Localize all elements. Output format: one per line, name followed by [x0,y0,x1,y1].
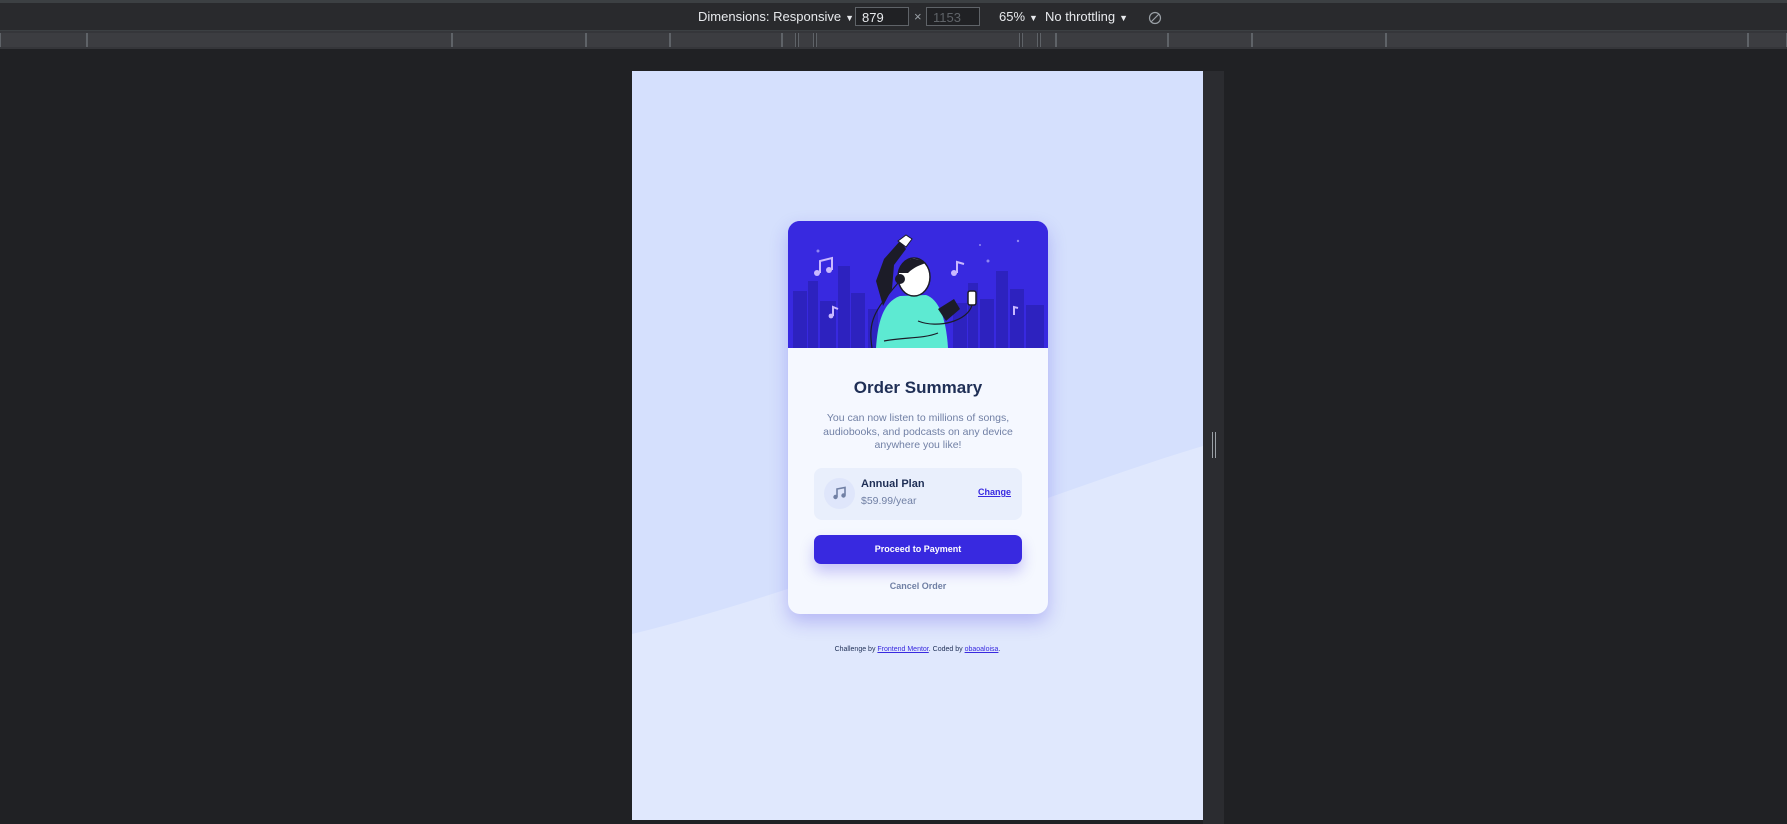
emulated-viewport: Order Summary You can now listen to mill… [632,71,1203,820]
width-input[interactable]: 879 [855,7,909,26]
rotate-disabled-icon[interactable] [1148,11,1162,25]
attribution-middle: . Coded by [928,646,965,653]
media-query-segment[interactable] [816,33,1020,47]
media-query-segment[interactable] [586,33,670,47]
media-query-segment[interactable] [1252,33,1386,47]
dimensions-label: Dimensions: Responsive [698,9,842,24]
media-query-segment[interactable] [452,33,586,47]
frontend-mentor-link[interactable]: Frontend Mentor [877,646,928,653]
plan-box: Annual Plan $59.99/year Change [814,468,1022,520]
attribution-suffix: . [998,646,1001,653]
order-summary-card: Order Summary You can now listen to mill… [788,221,1048,614]
proceed-to-payment-button[interactable]: Proceed to Payment [814,535,1022,564]
plan-name: Annual Plan [861,478,925,490]
chevron-down-icon: ▼ [1119,13,1129,23]
chevron-down-icon: ▼ [845,13,854,23]
dimensions-dropdown[interactable]: Dimensions: Responsive ▼ [698,9,854,24]
zoom-label: 65% [999,9,1026,24]
cancel-order-button[interactable]: Cancel Order [788,581,1048,591]
media-query-segment[interactable] [87,33,452,47]
attribution-prefix: Challenge by [834,646,878,653]
media-query-segment[interactable] [1748,33,1787,47]
hero-illustration [788,221,1048,348]
media-query-segment[interactable] [782,33,796,47]
attribution: Challenge by Frontend Mentor. Coded by o… [632,646,1203,653]
media-query-segment[interactable] [1056,33,1168,47]
media-query-segment[interactable] [1022,33,1038,47]
chevron-down-icon: ▼ [1029,13,1038,23]
device-toolbar: Dimensions: Responsive ▼ 879 × 1153 65% ▼ … [0,3,1787,31]
viewport-resize-handle[interactable] [1212,432,1216,458]
media-query-segment[interactable] [1386,33,1748,47]
music-note-icon [824,478,855,509]
media-query-segment[interactable] [798,33,814,47]
media-query-segment[interactable] [1040,33,1056,47]
media-query-segment[interactable] [1168,33,1252,47]
media-query-segment[interactable] [670,33,782,47]
zoom-dropdown[interactable]: 65% ▼ [999,9,1038,24]
times-separator: × [914,9,922,24]
plan-price: $59.99/year [861,495,917,507]
card-description: You can now listen to millions of songs,… [823,412,1013,451]
throttling-dropdown[interactable]: No throttling ▼ [1045,9,1128,24]
throttling-label: No throttling [1045,9,1116,24]
author-link[interactable]: obaoaloisa [965,646,999,653]
media-query-segment[interactable] [0,33,87,47]
change-plan-link[interactable]: Change [978,487,1011,497]
media-query-bar [0,31,1787,49]
card-title: Order Summary [853,378,983,397]
height-input[interactable]: 1153 [926,7,980,26]
